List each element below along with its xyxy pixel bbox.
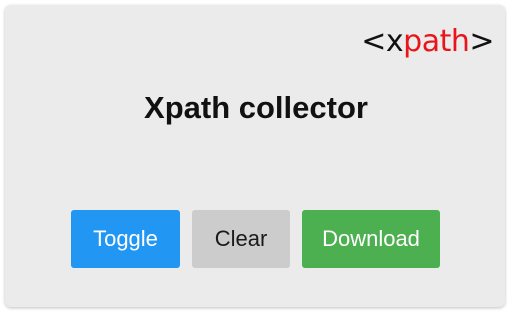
clear-button[interactable]: Clear bbox=[192, 210, 290, 268]
toggle-button[interactable]: Toggle bbox=[71, 210, 180, 268]
logo-open-text: <x bbox=[361, 24, 404, 59]
logo-accent-text: path bbox=[403, 24, 470, 59]
page-title: Xpath collector bbox=[144, 90, 368, 125]
logo-close-text: > bbox=[469, 24, 494, 59]
download-button[interactable]: Download bbox=[302, 210, 440, 268]
xpath-logo: <xpath> bbox=[361, 22, 494, 62]
